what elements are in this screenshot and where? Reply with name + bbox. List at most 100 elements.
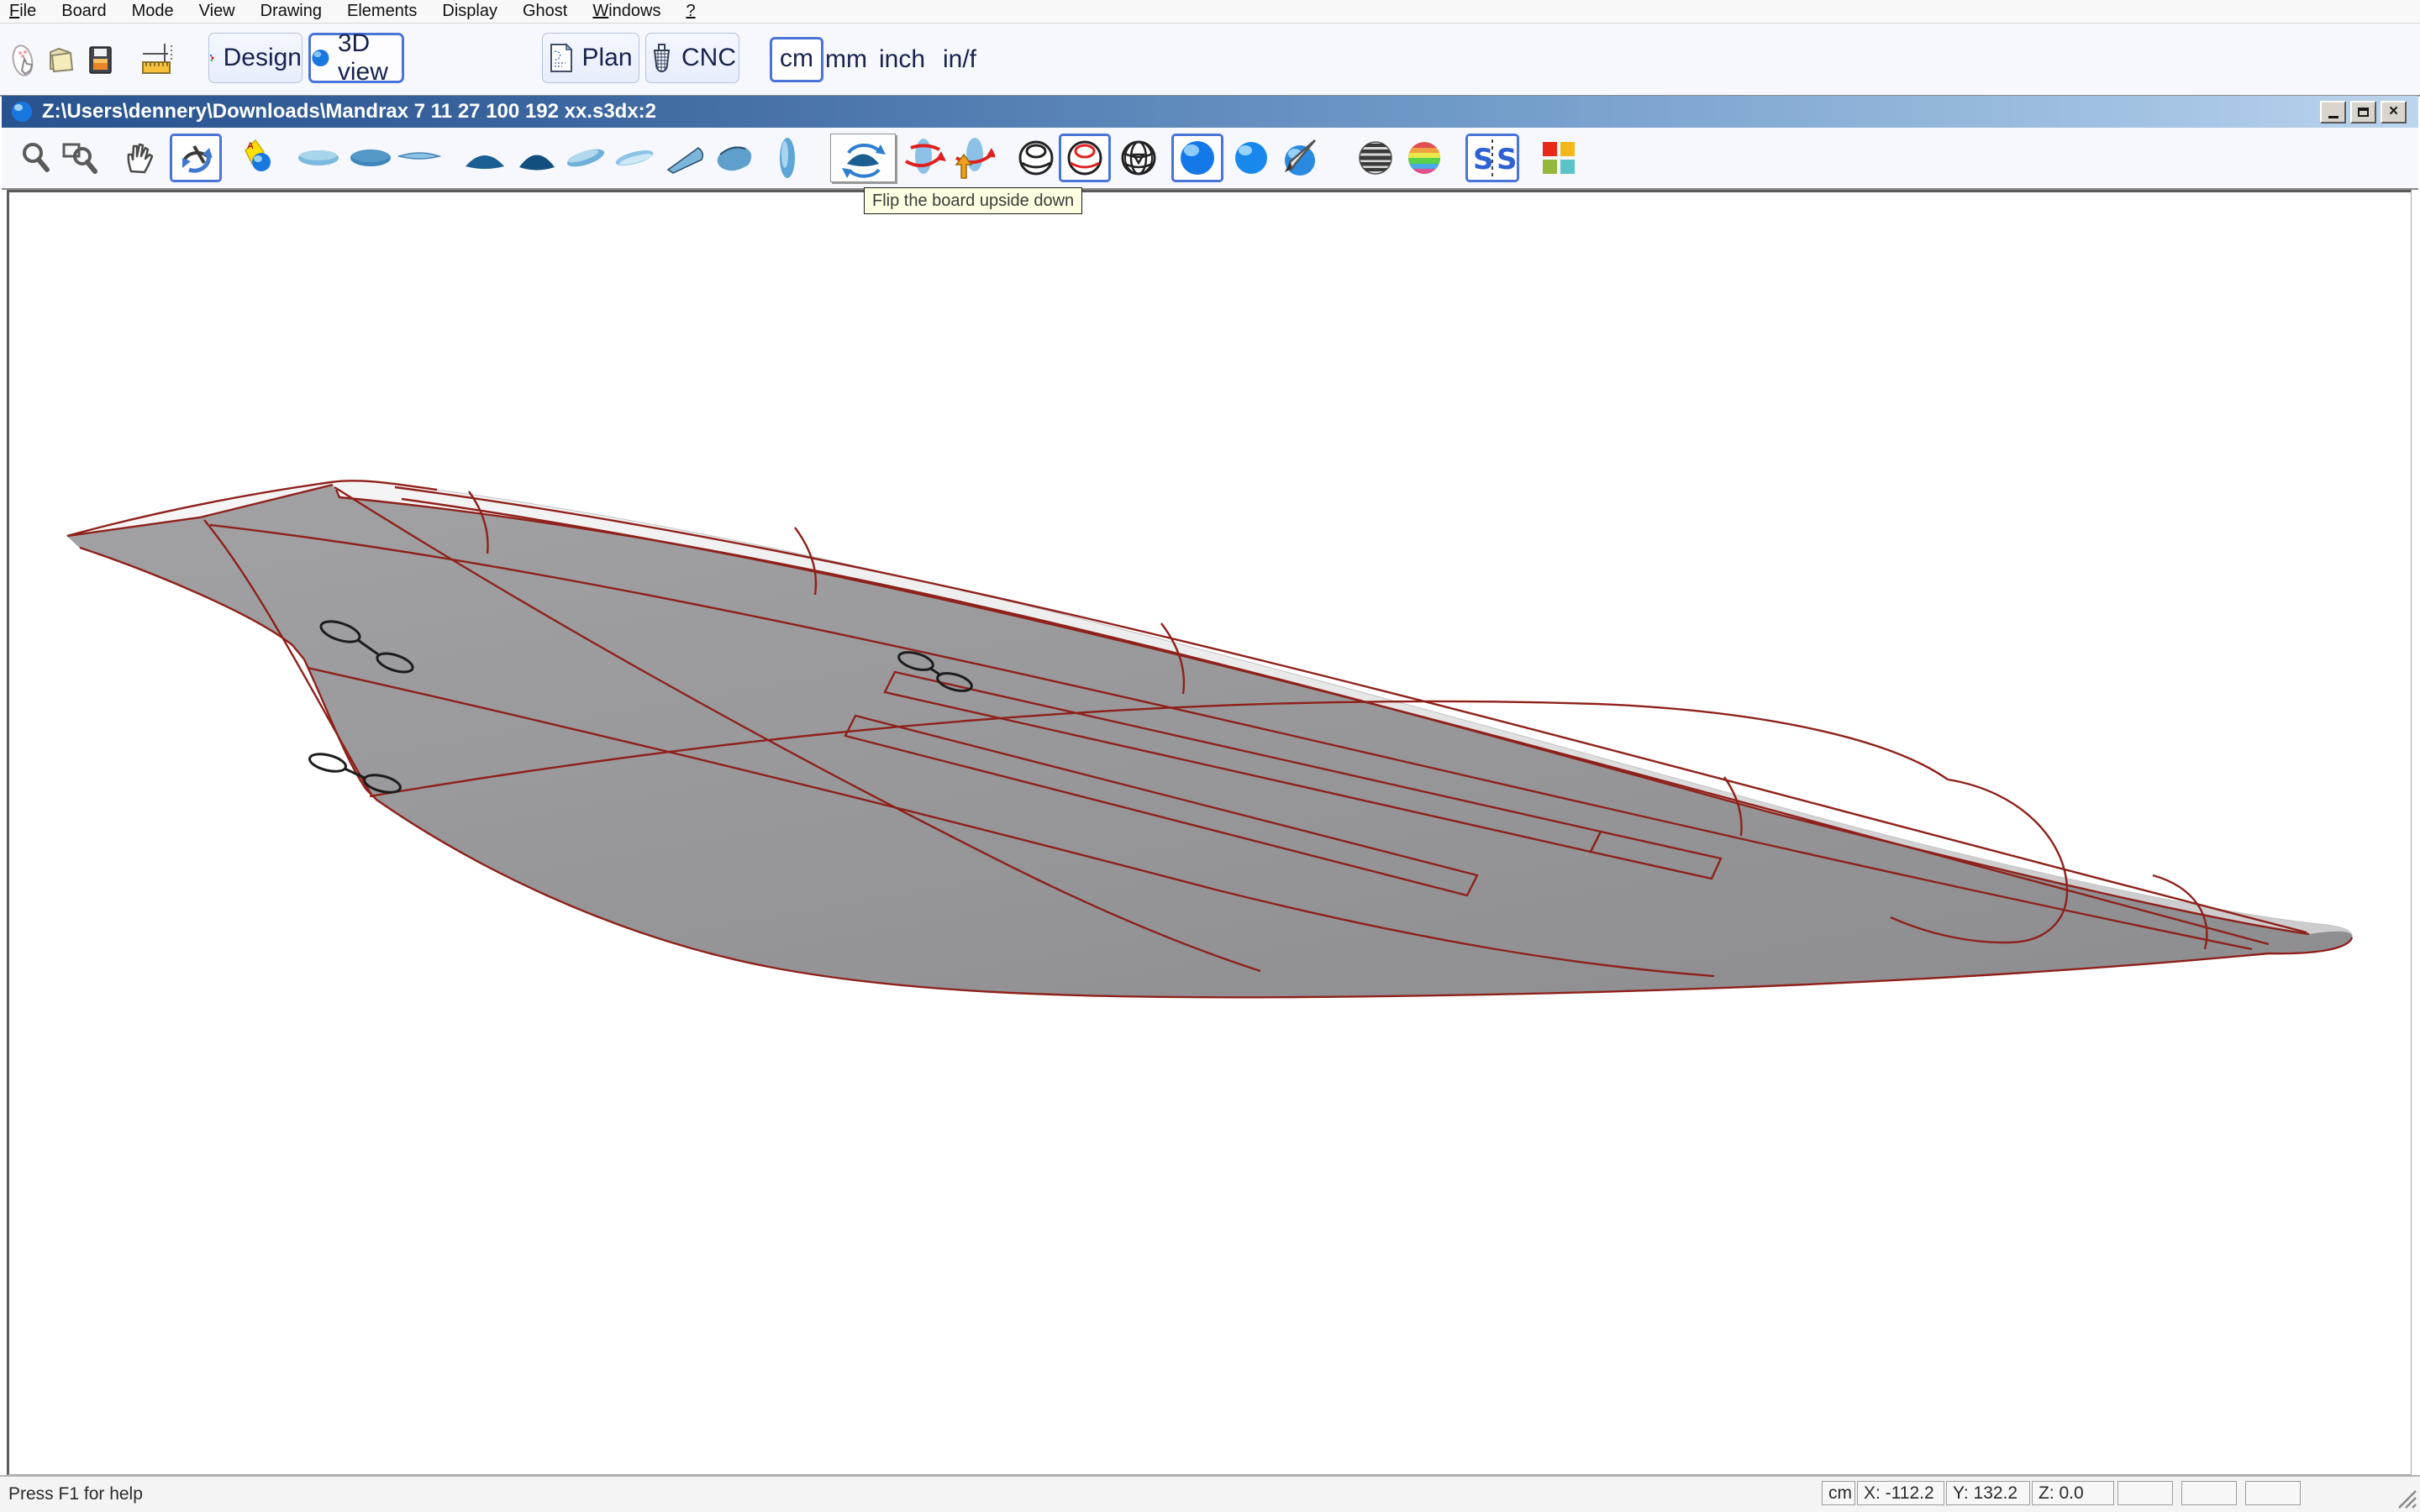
board-bottom-view-icon — [349, 139, 392, 176]
board-tail-section-view-button[interactable] — [462, 134, 508, 182]
design-mode-button[interactable]: Design — [208, 33, 302, 83]
status-z-coordinate: Z: 0.0 — [2032, 1481, 2114, 1505]
board-bottom-view-button[interactable] — [348, 134, 393, 182]
color-window-icon — [1539, 139, 1578, 177]
rotate-board-horizontal-icon — [901, 136, 946, 180]
svg-text:S: S — [1473, 143, 1494, 176]
board-perspective-tail-icon — [665, 139, 708, 176]
render-zebra-stripes-button[interactable] — [1353, 134, 1398, 182]
wireframe-design-view-button[interactable] — [1059, 134, 1111, 182]
menu-view[interactable]: View — [187, 2, 248, 21]
resize-grip[interactable] — [2396, 1488, 2417, 1509]
board-rocker-view-icon — [397, 139, 441, 176]
plan-label: Plan — [581, 44, 632, 72]
symmetry-compare-button[interactable]: S S — [1465, 134, 1519, 182]
cnc-drill-icon — [649, 43, 674, 73]
unit-inf[interactable]: in/f — [943, 45, 976, 74]
status-empty-panel — [2245, 1481, 2301, 1505]
board-nose-section-view-button[interactable] — [514, 134, 560, 182]
menu-ghost[interactable]: Ghost — [510, 2, 580, 21]
board-perspective-bottom-button[interactable] — [612, 134, 657, 182]
new-board-icon[interactable] — [7, 42, 44, 79]
status-y-coordinate: Y: 132.2 — [1946, 1481, 2030, 1505]
lighting-icon: A — [239, 139, 277, 177]
document-title-bar[interactable]: Z:\Users\dennery\Downloads\Mandrax 7 11 … — [2, 96, 2418, 128]
rotate-board-vertical-button[interactable] — [950, 134, 995, 182]
rotate-3d-button[interactable] — [170, 134, 222, 182]
wireframe-mesh-view-button[interactable] — [1116, 134, 1161, 182]
status-empty-panel — [2181, 1481, 2237, 1505]
maximize-button[interactable] — [2350, 101, 2376, 123]
main-toolbar: Design 3D view Plan CNC c — [0, 23, 2420, 97]
menu-board[interactable]: Board — [49, 2, 118, 21]
board-top-view-button[interactable] — [296, 134, 341, 182]
unit-inch[interactable]: inch — [879, 45, 925, 74]
plan-mode-button[interactable]: Plan — [542, 33, 639, 83]
menu-help[interactable]: ? — [673, 2, 708, 21]
save-file-icon[interactable] — [82, 42, 119, 79]
status-help-text: Press F1 for help — [8, 1484, 143, 1504]
plan-document-icon — [549, 43, 574, 73]
zoom-in-icon — [18, 139, 55, 176]
status-x-coordinate: X: -112.2 — [1857, 1481, 1944, 1505]
minimize-button[interactable] — [2320, 101, 2346, 123]
view-3d-button[interactable]: 3D view — [308, 33, 404, 83]
flip-upside-down-button[interactable] — [830, 134, 896, 182]
open-file-icon[interactable] — [44, 42, 81, 79]
svg-text:S: S — [1497, 143, 1515, 176]
menu-windows[interactable]: Windows — [580, 2, 673, 21]
design-label: Design — [224, 44, 302, 72]
close-button[interactable]: × — [2381, 101, 2407, 123]
zoom-window-button[interactable] — [57, 134, 103, 182]
wireframe-design-view-icon — [1065, 138, 1105, 178]
menu-display[interactable]: Display — [429, 2, 510, 21]
cnc-label: CNC — [681, 44, 736, 72]
board-3d-viewport[interactable] — [7, 190, 2412, 1475]
zoom-window-icon — [60, 139, 99, 176]
design-curve-icon — [209, 44, 216, 72]
board-front-view-button[interactable] — [765, 134, 810, 182]
board-perspective-tail-button[interactable] — [664, 134, 709, 182]
board-front-view-icon — [769, 136, 806, 180]
board-top-view-icon — [297, 139, 340, 176]
render-painted-button[interactable] — [1277, 134, 1323, 182]
menu-bar: File Board Mode View Drawing Elements Di… — [0, 0, 2420, 23]
maximize-icon — [2358, 108, 2369, 117]
rotate-3d-icon — [176, 138, 216, 178]
lighting-button[interactable]: A — [235, 134, 281, 182]
status-bar: Press F1 for help cm X: -112.2 Y: 132.2 … — [0, 1475, 2420, 1512]
board-rocker-view-button[interactable] — [397, 134, 442, 182]
board-perspective-nose-icon — [713, 139, 757, 176]
flip-upside-down-icon — [839, 134, 887, 181]
menu-mode[interactable]: Mode — [119, 2, 187, 21]
board-perspective-nose-button[interactable] — [713, 134, 758, 182]
board-tail-section-icon — [463, 139, 507, 176]
svg-text:A: A — [247, 141, 254, 151]
rotate-board-vertical-icon — [950, 136, 995, 180]
render-smooth-button[interactable] — [1228, 134, 1274, 182]
dimensions-ruler-icon[interactable] — [139, 42, 176, 79]
wireframe-mesh-view-icon — [1118, 138, 1159, 178]
cnc-mode-button[interactable]: CNC — [645, 33, 739, 83]
render-curvature-map-button[interactable] — [1402, 134, 1447, 182]
wireframe-view-icon — [1016, 138, 1056, 178]
wireframe-view-button[interactable] — [1013, 134, 1059, 182]
zoom-in-button[interactable] — [13, 134, 59, 182]
color-window-button[interactable] — [1536, 134, 1581, 182]
board-perspective-top-button[interactable] — [563, 134, 608, 182]
render-smooth-icon — [1231, 138, 1271, 178]
symmetry-compare-icon: S S — [1470, 137, 1515, 179]
menu-drawing[interactable]: Drawing — [248, 2, 334, 21]
render-shaded-button[interactable] — [1171, 134, 1223, 182]
unit-cm[interactable]: cm — [770, 37, 823, 82]
rotate-board-horizontal-button[interactable] — [901, 134, 946, 182]
menu-elements[interactable]: Elements — [334, 2, 429, 21]
status-unit: cm — [1822, 1481, 1855, 1505]
pan-hand-icon — [122, 139, 159, 176]
unit-mm[interactable]: mm — [825, 45, 867, 74]
pan-hand-button[interactable] — [118, 134, 163, 182]
menu-file[interactable]: File — [0, 2, 49, 21]
view-3d-label: 3D view — [338, 29, 402, 87]
minimize-icon — [2328, 116, 2338, 118]
document-title: Z:\Users\dennery\Downloads\Mandrax 7 11 … — [42, 100, 656, 123]
